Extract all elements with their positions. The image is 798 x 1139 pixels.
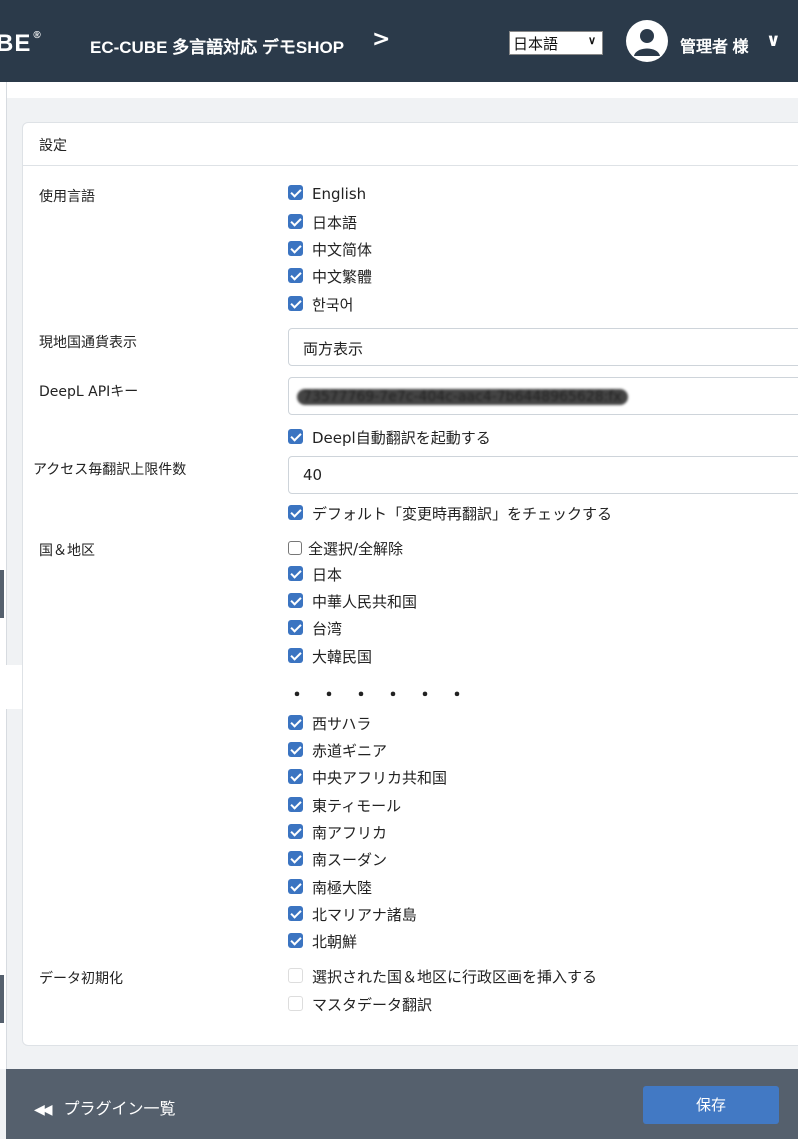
ellipsis: ・・・・・・	[288, 685, 480, 706]
sidebar-strip	[0, 82, 7, 1069]
checkbox[interactable]	[288, 505, 303, 520]
deepl-label: DeepL APIキー	[39, 384, 139, 400]
country-option[interactable]: 南スーダン	[288, 849, 387, 871]
country-option[interactable]: 東ティモール	[288, 795, 401, 817]
shop-title-link[interactable]: EC-CUBE 多言語対応 デモSHOP	[90, 33, 344, 58]
card-header: 設定	[23, 123, 798, 166]
country-option[interactable]: 南アフリカ	[288, 822, 387, 844]
country-option[interactable]: 南極大陸	[288, 877, 372, 899]
checkbox[interactable]	[288, 769, 303, 784]
card-title: 設定	[39, 138, 67, 154]
checkbox[interactable]	[288, 566, 303, 581]
checkbox[interactable]	[288, 648, 303, 663]
chevron-right-icon[interactable]: >	[372, 27, 390, 52]
checkbox[interactable]	[288, 996, 303, 1011]
limit-input[interactable]: 40	[288, 456, 798, 494]
checkbox[interactable]	[288, 185, 303, 200]
checkbox[interactable]	[288, 268, 303, 283]
checkbox[interactable]	[288, 241, 303, 256]
checkbox[interactable]	[288, 715, 303, 730]
country-option[interactable]: 中央アフリカ共和国	[288, 767, 447, 789]
user-avatar-icon[interactable]	[626, 20, 668, 62]
checkbox[interactable]	[288, 933, 303, 948]
deepl-key-value: 73577769-7e7c-404c-aac4-7b6448965628:fx	[297, 389, 628, 405]
sidebar-active-marker	[0, 975, 4, 1023]
country-option[interactable]: 台湾	[288, 618, 342, 640]
logo[interactable]: BE ®	[0, 30, 42, 58]
top-header: BE ® EC-CUBE 多言語対応 デモSHOP > 日本語 ∨ 管理者 様 ∨	[0, 0, 798, 82]
limit-label: アクセス毎翻訳上限件数	[33, 462, 187, 478]
language-option[interactable]: 한국어	[288, 294, 353, 316]
checkbox[interactable]	[288, 540, 302, 555]
currency-select[interactable]: 両方表示	[288, 328, 798, 366]
insert-regions-option[interactable]: 選択された国＆地区に行政区画を挿入する	[288, 966, 597, 988]
checkbox[interactable]	[288, 214, 303, 229]
sidebar-active-marker	[0, 570, 4, 618]
select-all-option[interactable]: 全選択/全解除	[288, 538, 403, 560]
country-option[interactable]: 中華人民共和国	[288, 591, 417, 613]
user-name[interactable]: 管理者 様	[680, 33, 748, 57]
default-recheck-option[interactable]: デフォルト「変更時再翻訳」をチェックする	[288, 503, 612, 525]
checkbox[interactable]	[288, 968, 303, 983]
language-option[interactable]: 日本語	[288, 212, 357, 234]
checkbox[interactable]	[288, 296, 303, 311]
checkbox[interactable]	[288, 851, 303, 866]
user-menu-chevron-icon[interactable]: ∨	[766, 30, 781, 51]
checkbox[interactable]	[288, 593, 303, 608]
init-label: データ初期化	[39, 971, 123, 987]
language-select-value: 日本語	[513, 36, 559, 53]
checkbox[interactable]	[288, 879, 303, 894]
footer-bar: ◀◀ プラグイン一覧 保存	[6, 1069, 798, 1139]
country-option[interactable]: 日本	[288, 564, 342, 586]
language-option[interactable]: English	[288, 185, 366, 207]
language-option[interactable]: 中文简体	[288, 239, 372, 261]
chevron-down-icon: ∨	[587, 35, 596, 47]
languages-label: 使用言語	[39, 189, 95, 205]
deepl-key-input[interactable]: 73577769-7e7c-404c-aac4-7b6448965628:fx	[288, 377, 798, 415]
master-translate-option[interactable]: マスタデータ翻訳	[288, 994, 432, 1016]
country-option[interactable]: 大韓民国	[288, 646, 372, 668]
sub-header-bar	[6, 82, 798, 98]
country-option[interactable]: 赤道ギニア	[288, 740, 387, 762]
country-option[interactable]: 北朝鮮	[288, 931, 357, 953]
save-button[interactable]: 保存	[643, 1086, 779, 1124]
double-arrow-left-icon: ◀◀	[34, 1102, 52, 1118]
currency-label: 現地国通貨表示	[39, 335, 137, 351]
language-select[interactable]: 日本語 ∨	[509, 31, 603, 55]
back-to-plugins-link[interactable]: ◀◀ プラグイン一覧	[34, 1095, 176, 1119]
checkbox[interactable]	[288, 620, 303, 635]
checkbox[interactable]	[288, 429, 303, 444]
checkbox[interactable]	[288, 906, 303, 921]
divider	[0, 665, 22, 709]
language-option[interactable]: 中文繁體	[288, 266, 372, 288]
countries-label: 国＆地区	[39, 543, 95, 559]
country-option[interactable]: 北マリアナ諸島	[288, 904, 417, 926]
country-option[interactable]: 西サハラ	[288, 713, 371, 735]
auto-translate-option[interactable]: Deepl自動翻訳を起動する	[288, 427, 491, 449]
checkbox[interactable]	[288, 824, 303, 839]
checkbox[interactable]	[288, 742, 303, 757]
checkbox[interactable]	[288, 797, 303, 812]
